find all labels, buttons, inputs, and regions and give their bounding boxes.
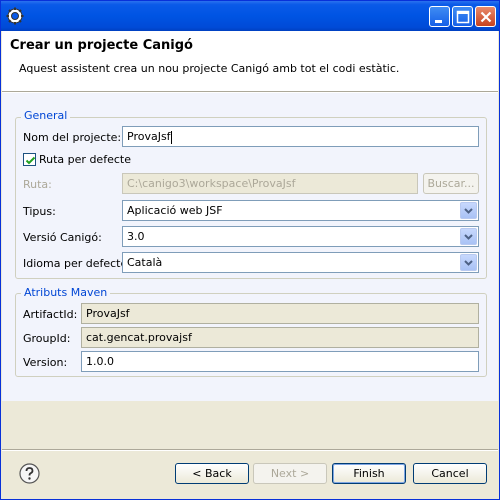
maven-version-label: Version: <box>23 356 68 369</box>
maven-version-input[interactable]: 1.0.0 <box>81 351 479 372</box>
default-path-checkbox[interactable] <box>23 153 36 166</box>
footer-divider <box>2 449 498 451</box>
artifact-id-field[interactable]: ProvaJsf <box>81 303 479 324</box>
language-value: Català <box>127 256 163 269</box>
wizard-description: Aquest assistent crea un nou projecte Ca… <box>19 62 400 75</box>
maximize-button[interactable] <box>452 6 473 27</box>
browse-button: Buscar... <box>423 173 479 194</box>
chevron-down-icon <box>464 260 473 266</box>
default-path-label[interactable]: Ruta per defecte <box>39 153 131 166</box>
version-label: Versió Canigó: <box>23 231 102 244</box>
path-input: C:\canigo3\workspace\ProvaJsf <box>122 173 418 194</box>
project-name-label: Nom del projecte: <box>23 131 122 144</box>
text-caret <box>170 130 172 144</box>
eclipse-gear-icon <box>6 7 24 25</box>
general-legend: General <box>21 109 71 122</box>
project-name-input[interactable]: ProvaJsf <box>122 126 479 147</box>
help-icon[interactable] <box>19 463 40 484</box>
path-label: Ruta: <box>23 178 52 191</box>
finish-button[interactable]: Finish <box>332 463 406 484</box>
type-select[interactable]: Aplicació web JSF <box>122 200 479 221</box>
wizard-window: Crear un projecte Canigó Aquest assisten… <box>0 0 500 500</box>
artifact-id-label: ArtifactId: <box>23 308 78 321</box>
maven-legend: Atributs Maven <box>21 286 111 299</box>
version-dropdown-button[interactable] <box>460 228 477 245</box>
language-label: Idioma per defecte: <box>23 257 131 270</box>
minimize-icon <box>435 20 442 23</box>
minimize-button[interactable] <box>429 6 450 27</box>
back-button[interactable]: < Back <box>175 463 249 484</box>
version-value: 3.0 <box>127 230 145 243</box>
language-select[interactable]: Català <box>122 252 479 273</box>
maximize-icon <box>456 10 470 24</box>
wizard-title: Crear un projecte Canigó <box>10 38 193 53</box>
close-button[interactable] <box>475 6 496 27</box>
cancel-button[interactable]: Cancel <box>413 463 487 484</box>
checkmark-icon <box>25 156 36 165</box>
group-id-label: GroupId: <box>23 332 71 345</box>
type-dropdown-button[interactable] <box>460 202 477 219</box>
group-id-field[interactable]: cat.gencat.provajsf <box>81 327 479 348</box>
wizard-header: Crear un projecte Canigó Aquest assisten… <box>2 31 498 91</box>
chevron-down-icon <box>464 234 473 240</box>
type-label: Tipus: <box>23 205 56 218</box>
title-bar[interactable] <box>1 1 499 31</box>
language-dropdown-button[interactable] <box>460 254 477 271</box>
version-select[interactable]: 3.0 <box>122 226 479 247</box>
close-icon <box>480 11 492 23</box>
next-button: Next > <box>253 463 327 484</box>
type-value: Aplicació web JSF <box>127 204 223 217</box>
chevron-down-icon <box>464 208 473 214</box>
project-name-value: ProvaJsf <box>127 130 171 143</box>
